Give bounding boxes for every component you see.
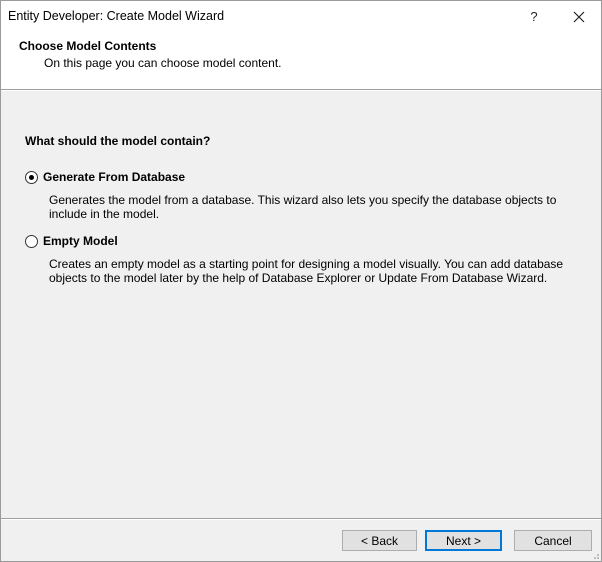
cancel-button[interactable]: Cancel <box>514 530 592 551</box>
empty-model-label[interactable]: Empty Model <box>43 234 118 248</box>
page-subtitle: On this page you can choose model conten… <box>44 56 282 70</box>
next-button[interactable]: Next > <box>425 530 502 551</box>
back-button[interactable]: < Back <box>342 530 417 551</box>
empty-model-radio[interactable] <box>25 234 38 248</box>
title-bar: Entity Developer: Create Model Wizard ? <box>1 1 601 32</box>
wizard-window: Entity Developer: Create Model Wizard ? … <box>0 0 602 562</box>
option-empty-model[interactable]: Empty Model <box>25 234 118 248</box>
model-contents-question: What should the model contain? <box>25 134 211 148</box>
option-generate-from-database[interactable]: Generate From Database <box>25 170 185 184</box>
footer-divider-highlight <box>1 519 601 520</box>
generate-from-database-description: Generates the model from a database. Thi… <box>49 193 557 221</box>
generate-from-database-label[interactable]: Generate From Database <box>43 170 185 184</box>
window-title: Entity Developer: Create Model Wizard <box>8 9 225 23</box>
close-icon <box>573 11 585 22</box>
generate-from-database-radio[interactable] <box>25 170 38 184</box>
resize-grip-icon[interactable] <box>590 550 600 560</box>
close-button[interactable] <box>557 1 601 32</box>
page-title: Choose Model Contents <box>19 39 157 53</box>
empty-model-description: Creates an empty model as a starting poi… <box>49 257 564 285</box>
header-divider-highlight <box>1 90 601 91</box>
help-button[interactable]: ? <box>515 1 553 32</box>
page-header: Choose Model Contents On this page you c… <box>1 32 601 89</box>
